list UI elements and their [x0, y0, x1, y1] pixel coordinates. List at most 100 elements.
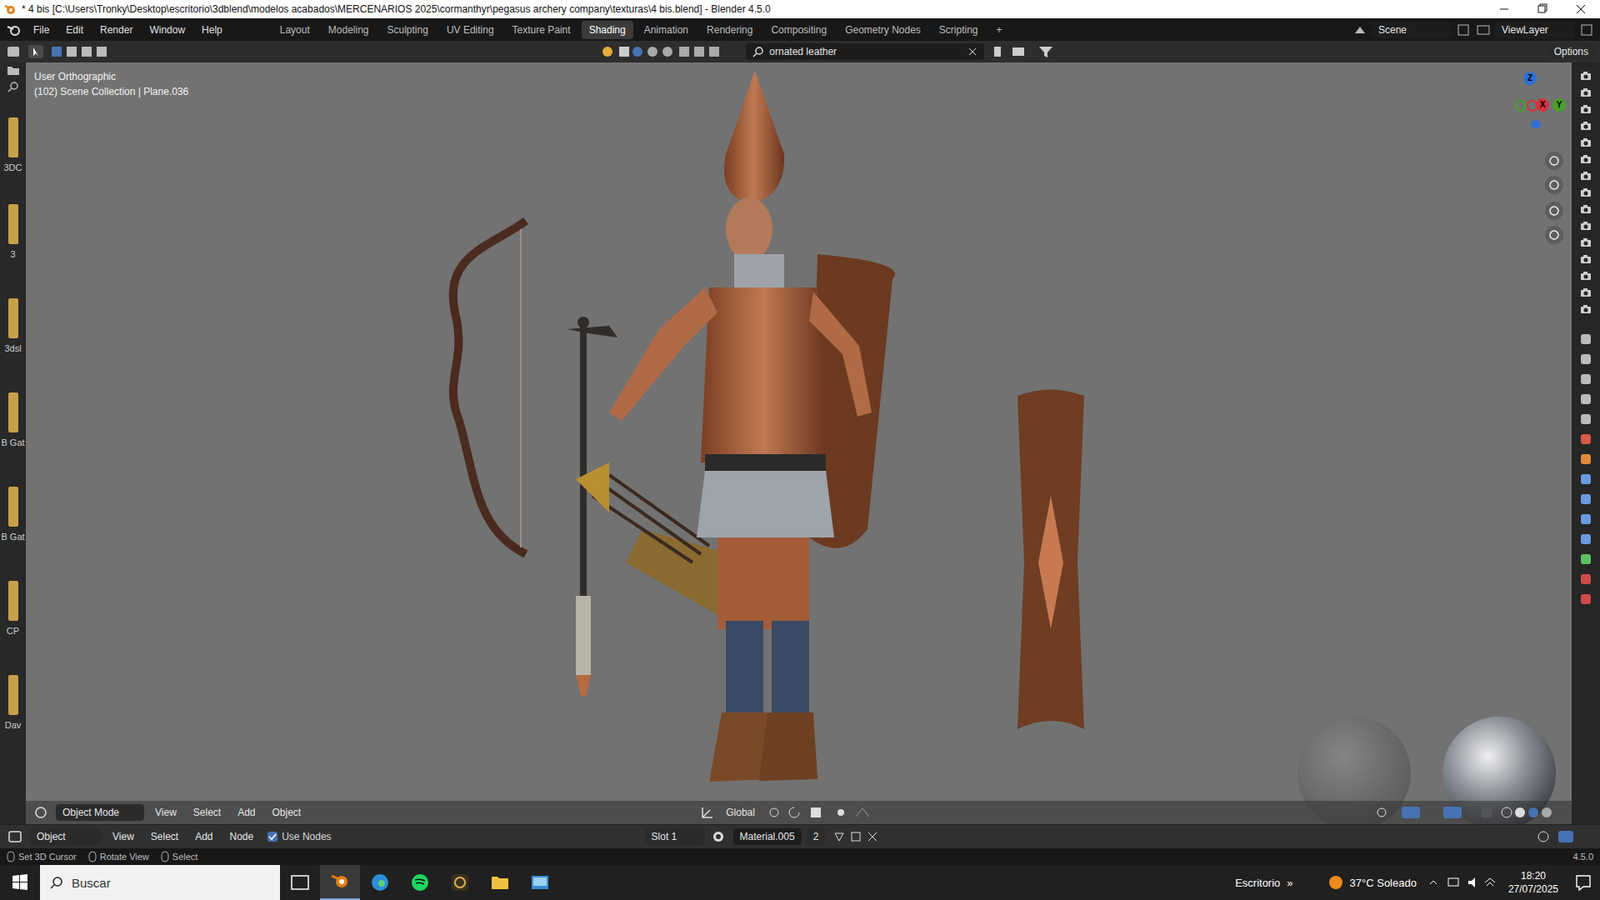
camera-icon[interactable] [1579, 119, 1593, 133]
new-layer-icon[interactable] [1578, 21, 1595, 39]
slot-dropdown[interactable]: Slot 1 [645, 828, 705, 845]
camera-icon[interactable] [1579, 302, 1593, 316]
shader-type-dropdown[interactable]: Object [30, 828, 102, 845]
camera-icon[interactable] [1579, 169, 1593, 183]
workspace-tab[interactable]: Scripting [931, 20, 986, 40]
properties-tab-icon[interactable] [1578, 470, 1594, 488]
search-field[interactable]: ornated leather [745, 43, 985, 60]
shading-modes-icon[interactable] [599, 43, 741, 60]
editor-type-icon[interactable] [32, 804, 51, 821]
camera-icon[interactable] [1579, 85, 1593, 100]
asset-item[interactable]: CP [0, 559, 26, 654]
notifications-icon[interactable] [1566, 865, 1600, 900]
camera-icon[interactable] [1579, 185, 1593, 200]
properties-tab-icon[interactable] [1578, 550, 1594, 568]
mode-dropdown[interactable]: Object Mode [55, 804, 145, 821]
viewport-menu[interactable]: View [149, 804, 183, 821]
minimize-icon[interactable] [1485, 0, 1524, 19]
select-modes-icon[interactable] [50, 43, 117, 60]
new-scene-icon[interactable] [1455, 21, 1472, 39]
windows-start-icon[interactable] [0, 865, 40, 900]
app-icon[interactable] [440, 865, 480, 900]
use-nodes[interactable]: Use Nodes [264, 830, 335, 843]
file-browser-icon[interactable] [5, 62, 22, 80]
camera-icon[interactable] [1579, 235, 1593, 250]
camera-icon[interactable] [1579, 252, 1593, 266]
viewport-menu[interactable]: Object [266, 804, 308, 821]
weather[interactable]: 37°C Soleado [1345, 876, 1425, 890]
workspace-tab[interactable]: Modeling [320, 20, 377, 40]
properties-tab-icon[interactable] [1578, 330, 1594, 348]
camera-icon[interactable] [1579, 69, 1593, 83]
workspace-tab[interactable]: Animation [636, 20, 696, 40]
properties-tab-icon[interactable] [1578, 530, 1594, 548]
asset-item[interactable]: 3dsl [0, 276, 26, 371]
spotify-icon[interactable] [400, 865, 440, 900]
workspace-tab[interactable]: Compositing [763, 20, 835, 40]
add-workspace-button[interactable]: + [989, 20, 1010, 40]
workspace-tab[interactable]: Texture Paint [505, 20, 579, 40]
edge-icon[interactable] [360, 865, 400, 900]
menu-item[interactable]: Help [195, 21, 230, 39]
navigation-icon[interactable] [1544, 200, 1565, 221]
options-button[interactable]: Options [1547, 43, 1595, 60]
workspace-tab[interactable]: UV Editing [439, 20, 502, 40]
material-icon[interactable] [710, 828, 729, 845]
camera-icon[interactable] [1579, 285, 1593, 300]
navigation-icon[interactable] [1544, 150, 1565, 171]
properties-tab-icon[interactable] [1578, 410, 1594, 428]
navigation-icon[interactable] [1544, 175, 1565, 195]
clock[interactable]: 18:2027/07/2025 [1500, 869, 1567, 896]
3d-viewport[interactable]: User Orthographic(102) Scene Collection … [25, 62, 1572, 825]
camera-icon[interactable] [1579, 202, 1593, 216]
properties-tab-icon[interactable] [1578, 450, 1594, 468]
workspace-tab[interactable]: Geometry Nodes [837, 20, 929, 40]
view-layer-field[interactable]: ViewLayer [1495, 21, 1575, 39]
close-icon[interactable] [1561, 0, 1600, 19]
camera-icon[interactable] [1579, 135, 1593, 150]
axis-gizmo[interactable]: Z [1523, 71, 1537, 85]
workspace-tab[interactable]: Rendering [699, 20, 760, 40]
node-menu[interactable]: Node [224, 828, 260, 845]
material-users[interactable]: 2 [806, 828, 826, 845]
overlay-icons-icon[interactable] [1373, 804, 1565, 821]
task-view-icon[interactable] [280, 865, 320, 900]
node-menu[interactable]: Select [145, 828, 185, 845]
workspace-tab[interactable]: Layout [272, 20, 318, 40]
properties-tab-icon[interactable] [1578, 490, 1594, 508]
navigation-icon[interactable] [1544, 225, 1565, 245]
properties-tab-icon[interactable] [1578, 570, 1594, 588]
menu-item[interactable]: Render [93, 21, 140, 39]
editor-type-icon[interactable] [5, 43, 22, 60]
asset-item[interactable]: 3DC [0, 95, 26, 183]
properties-tab-icon[interactable] [1578, 590, 1594, 608]
node-menu[interactable]: View [106, 828, 140, 845]
asset-item[interactable]: 3 [0, 182, 26, 277]
viewport-menu[interactable]: Add [231, 804, 261, 821]
snap-icons-icon[interactable] [765, 804, 875, 821]
filter-icons-icon[interactable] [989, 43, 1065, 60]
camera-icon[interactable] [1579, 219, 1593, 233]
clear-icon[interactable] [967, 46, 978, 57]
camera-icon[interactable] [1579, 152, 1593, 166]
menu-item[interactable]: Window [142, 21, 192, 39]
blender-app-icon[interactable] [320, 865, 360, 900]
workspace-tab[interactable]: Shading [581, 20, 634, 40]
tray-icons-icon[interactable] [1425, 874, 1500, 891]
restore-icon[interactable] [1523, 0, 1562, 19]
desktop-toolbar[interactable]: Escritorio [1231, 876, 1284, 890]
properties-tab-icon[interactable] [1578, 350, 1594, 368]
blender-menu-icon[interactable] [5, 20, 24, 40]
file-explorer-icon[interactable] [480, 865, 520, 900]
viewport-menu[interactable]: Select [187, 804, 227, 821]
menu-item[interactable]: Edit [59, 21, 90, 39]
axis-gizmo[interactable]: Y [1552, 98, 1566, 112]
node-menu[interactable]: Add [189, 828, 219, 845]
camera-icon[interactable] [1579, 269, 1593, 283]
asset-item[interactable]: Dav [0, 653, 26, 748]
menu-item[interactable]: File [26, 21, 56, 39]
toolbar-chevron[interactable]: » [1283, 876, 1326, 890]
properties-tab-icon[interactable] [1578, 430, 1594, 448]
scene-field[interactable]: Scene [1371, 21, 1452, 39]
orientation-dropdown[interactable]: Global [720, 804, 761, 821]
